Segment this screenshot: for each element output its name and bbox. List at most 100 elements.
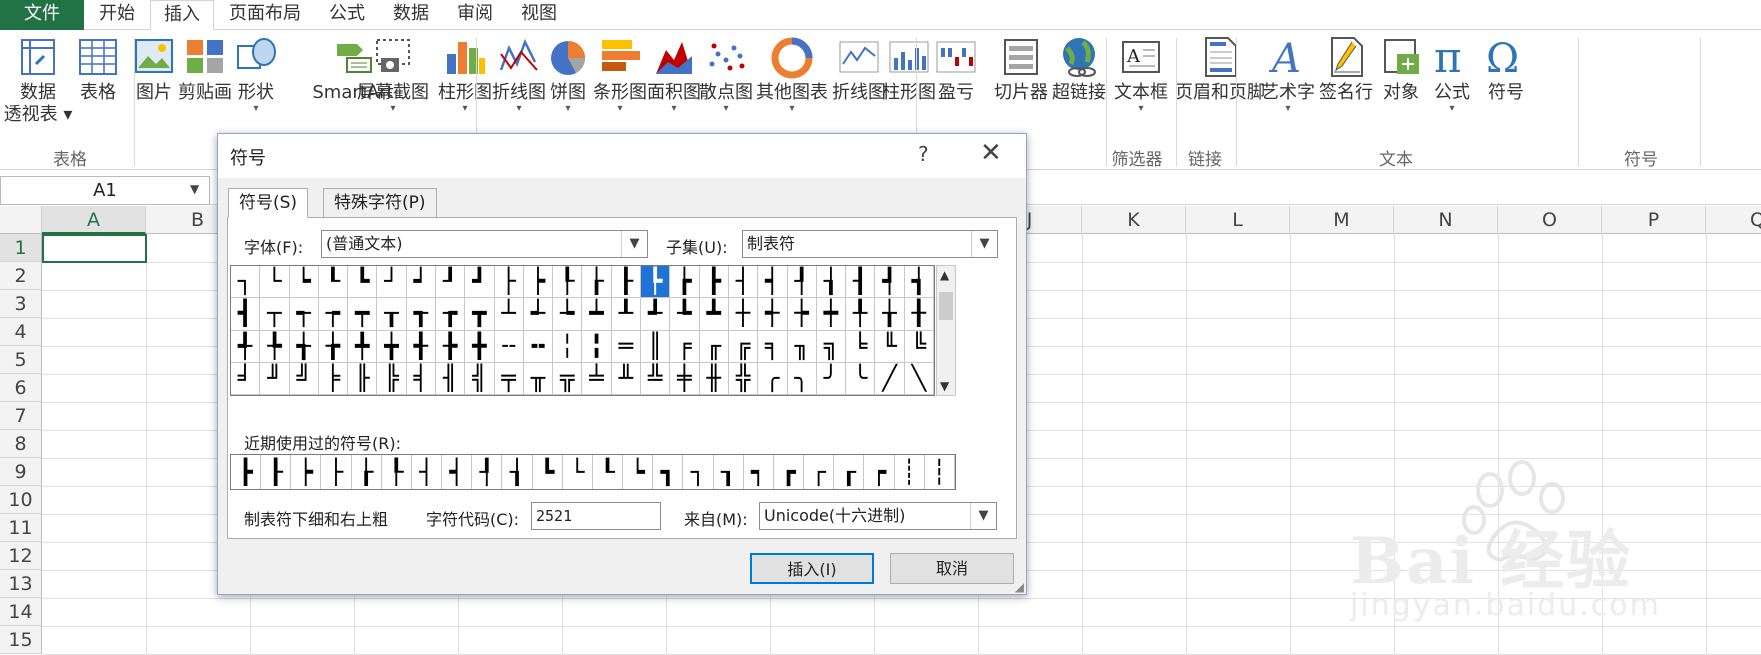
tab-symbols[interactable]: 符号(S) — [228, 188, 309, 218]
symbol-cell[interactable]: ╣ — [465, 362, 495, 395]
resize-grip-icon[interactable]: ◢ — [1015, 580, 1024, 594]
scrollbar-thumb[interactable] — [939, 292, 953, 320]
column-header-Q[interactable]: Q — [1706, 206, 1761, 234]
column-header-N[interactable]: N — [1394, 206, 1498, 234]
row-header-5[interactable]: 5 — [0, 346, 42, 374]
symbol-cell[interactable]: ╗ — [816, 330, 847, 363]
ribbon-button-4[interactable]: 形状 ▾ — [230, 34, 282, 114]
ribbon-button-13[interactable]: 其他图表 ▾ — [753, 34, 831, 114]
ribbon-button-11[interactable]: 面积图 ▾ — [647, 34, 701, 114]
symbol-cell[interactable]: ┤ — [728, 266, 759, 299]
symbol-cell[interactable]: ╧ — [582, 362, 612, 395]
symbol-cell[interactable]: ╅ — [289, 330, 319, 363]
ribbon-button-18[interactable]: 超链接 — [1052, 34, 1106, 104]
symbol-cell[interactable]: ┦ — [787, 266, 817, 299]
tab-0[interactable]: 文件 — [0, 0, 84, 30]
symbol-cell[interactable]: ╭ — [758, 362, 788, 395]
font-select[interactable]: (普通文本) ▼ — [321, 230, 648, 258]
from-select[interactable]: Unicode(十六进制) ▼ — [759, 502, 997, 530]
symbol-cell[interactable]: ╜ — [260, 362, 290, 395]
symbol-cell[interactable]: ┼ — [728, 298, 759, 331]
symbol-cell[interactable]: ╎ — [553, 330, 583, 363]
symbol-cell[interactable]: ┨ — [846, 266, 876, 299]
row-header-2[interactable]: 2 — [0, 262, 42, 290]
symbol-cell[interactable]: ┯ — [348, 298, 378, 331]
row-header-13[interactable]: 13 — [0, 570, 42, 598]
column-header-K[interactable]: K — [1082, 206, 1186, 234]
symbol-cell[interactable]: ╃ — [231, 330, 261, 363]
symbol-cell[interactable]: ┧ — [816, 266, 847, 299]
symbol-cell[interactable]: ╰ — [846, 362, 876, 395]
tab-4[interactable]: 公式 — [316, 0, 378, 30]
ribbon-button-25[interactable]: Ω 符号 — [1482, 34, 1530, 104]
column-header-A[interactable]: A — [42, 206, 146, 234]
close-button[interactable]: ✕ — [980, 138, 1002, 168]
ribbon-button-20[interactable]: 页眉和页脚 — [1172, 34, 1268, 104]
symbol-cell[interactable]: ┲ — [436, 298, 466, 331]
symbol-cell[interactable]: ╞ — [318, 362, 349, 395]
ribbon-button-23[interactable]: 对象 — [1376, 34, 1426, 104]
recent-symbol-cell[interactable]: ┧ — [502, 455, 533, 489]
recent-symbol-cell[interactable]: ┕ — [623, 455, 654, 489]
symbol-cell[interactable]: ┫ — [231, 298, 261, 331]
symbol-cell[interactable]: ┬ — [260, 298, 290, 331]
symbol-cell[interactable]: ┶ — [553, 298, 583, 331]
recent-symbol-cell[interactable]: ┓ — [653, 455, 684, 489]
symbol-cell[interactable]: ╘ — [846, 330, 876, 363]
column-header-L[interactable]: L — [1186, 206, 1290, 234]
recent-symbol-cell[interactable]: ┤ — [412, 455, 443, 489]
symbol-cell[interactable]: ╚ — [904, 330, 934, 363]
symbol-cell[interactable]: ╇ — [348, 330, 378, 363]
symbol-cell[interactable]: ┘ — [377, 266, 407, 299]
recent-symbol-cell[interactable]: ┍ — [864, 455, 895, 489]
tab-1[interactable]: 开始 — [86, 0, 148, 30]
ribbon-button-8[interactable]: 折线图 ▾ — [492, 34, 546, 114]
symbol-cell[interactable]: ┿ — [816, 298, 847, 331]
row-header-12[interactable]: 12 — [0, 542, 42, 570]
ribbon-button-16[interactable]: 盈亏 — [934, 34, 978, 104]
symbol-cell[interactable]: ╤ — [494, 362, 524, 395]
ribbon-button-1[interactable]: 表格 — [72, 34, 124, 104]
symbol-cell[interactable]: ╛ — [231, 362, 261, 395]
chevron-up-icon[interactable]: ▲ — [940, 268, 949, 282]
symbol-cell[interactable]: ┐ — [231, 266, 261, 299]
ribbon-button-12[interactable]: 散点图 ▾ — [699, 34, 753, 114]
symbol-cell[interactable]: ╨ — [611, 362, 642, 395]
cell-a1[interactable] — [42, 234, 147, 263]
recent-symbol-cell[interactable]: ┠ — [261, 455, 292, 489]
subset-select[interactable]: 制表符 ▼ — [742, 230, 998, 258]
symbol-cell[interactable]: ┺ — [670, 298, 700, 331]
symbol-cell[interactable]: ╒ — [670, 330, 700, 363]
ribbon-button-22[interactable]: 签名行 — [1318, 34, 1374, 104]
ribbon-button-2[interactable]: 图片 — [130, 34, 178, 104]
symbol-cell[interactable]: ═ — [611, 330, 642, 363]
symbol-cell[interactable]: ┭ — [289, 298, 319, 331]
row-header-8[interactable]: 8 — [0, 430, 42, 458]
recent-symbol-cell[interactable]: ┒ — [714, 455, 744, 489]
row-header-15[interactable]: 15 — [0, 626, 42, 654]
symbol-cell[interactable]: ╈ — [377, 330, 407, 363]
symbol-cell[interactable]: ┡ — [641, 266, 671, 299]
tab-special-characters[interactable]: 特殊字符(P) — [323, 188, 437, 218]
recent-symbol-cell[interactable]: ┣ — [231, 455, 262, 489]
row-header-11[interactable]: 11 — [0, 514, 42, 542]
symbol-cell[interactable]: ┖ — [318, 266, 349, 299]
symbol-cell[interactable]: ┛ — [465, 266, 495, 299]
symbol-cell[interactable]: ┕ — [289, 266, 319, 299]
recent-symbol-cell[interactable]: ┟ — [352, 455, 382, 489]
symbol-cell[interactable]: ╙ — [875, 330, 905, 363]
ribbon-button-0[interactable]: 数据 透视表 ▾ — [4, 34, 72, 126]
symbol-cell[interactable]: └ — [260, 266, 290, 299]
row-header-14[interactable]: 14 — [0, 598, 42, 626]
recent-symbol-cell[interactable]: ┏ — [774, 455, 805, 489]
name-box[interactable]: A1 — [0, 176, 210, 205]
symbol-cell[interactable]: ╉ — [406, 330, 437, 363]
ribbon-button-17[interactable]: 切片器 — [990, 34, 1052, 104]
symbol-cell[interactable]: ┻ — [699, 298, 729, 331]
symbol-cell[interactable]: ┥ — [758, 266, 788, 299]
symbol-cell[interactable]: ╡ — [406, 362, 437, 395]
recent-symbol-cell[interactable]: ┖ — [593, 455, 624, 489]
symbol-cell[interactable]: ╓ — [699, 330, 729, 363]
symbol-cell[interactable]: ┵ — [523, 298, 554, 331]
row-header-4[interactable]: 4 — [0, 318, 42, 346]
